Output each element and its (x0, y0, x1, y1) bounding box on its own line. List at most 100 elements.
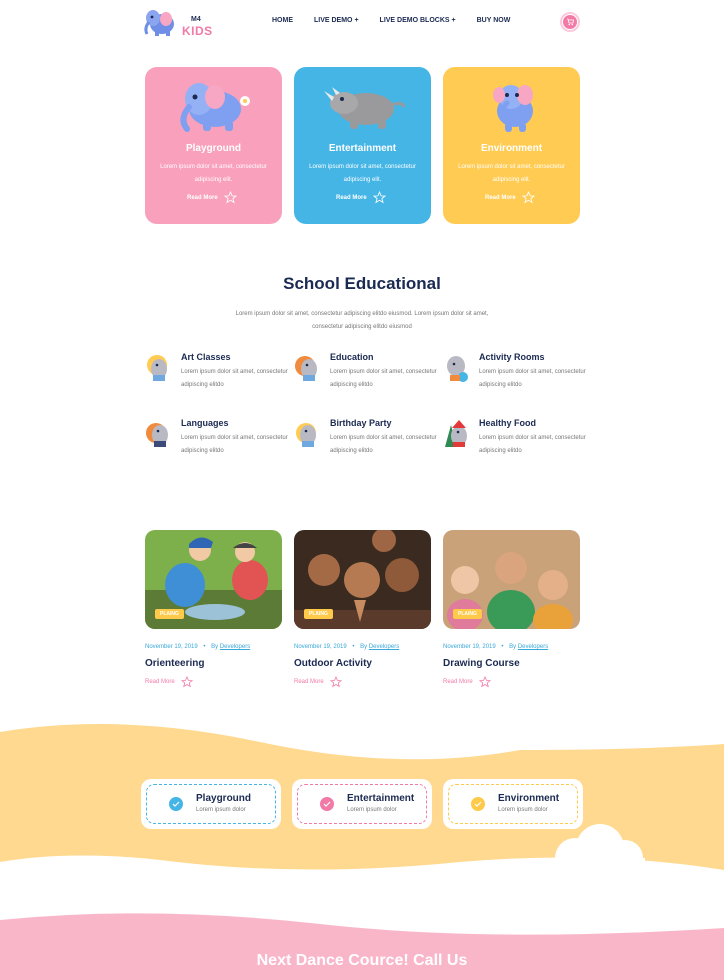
feature-healthy-food[interactable]: Healthy Food Lorem ipsum dolor sit amet,… (443, 418, 586, 465)
post-date: November 19, 2019 (443, 644, 496, 650)
section-title: School Educational (0, 274, 724, 294)
feature-box-border (146, 784, 276, 824)
post-title[interactable]: Orienteering (145, 658, 204, 669)
post-author-link[interactable]: Developers (220, 644, 250, 650)
read-more-link[interactable]: Read More (145, 676, 193, 688)
card-text: Lorem ipsum dolor sit amet, consectetur … (160, 164, 267, 183)
feature-box-subtitle: Lorem ipsum dolor (347, 807, 397, 813)
star-icon (223, 191, 237, 204)
feature-text: Lorem ipsum dolor sit amet, consectetur … (181, 369, 288, 388)
check-icon (169, 797, 183, 811)
post-photo[interactable]: PLAING (145, 530, 282, 629)
card-title: Playground (185, 143, 241, 154)
feature-title: Languages (181, 418, 229, 428)
site-header: M4 KIDS HOME LIVE DEMO + LIVE DEMO BLOCK… (0, 0, 724, 46)
check-icon (471, 797, 485, 811)
card-text: Lorem ipsum dolor sit amet, consectetur … (458, 164, 565, 183)
card-title: Environment (480, 143, 543, 154)
star-icon (521, 191, 535, 204)
post-date: November 19, 2019 (294, 644, 347, 650)
post-meta: November 19, 2019 • By Developers (443, 644, 549, 650)
logo[interactable]: M4 KIDS (142, 6, 212, 40)
elephant-party-icon (296, 423, 316, 447)
feature-birthday-party[interactable]: Birthday Party Lorem ipsum dolor sit ame… (294, 418, 437, 465)
read-more-link[interactable]: Read More (443, 676, 491, 688)
nav-item-live-demo-blocks[interactable]: LIVE DEMO BLOCKS + (380, 17, 456, 24)
top-card-playground: Playground Lorem ipsum dolor sit amet, c… (145, 67, 282, 224)
logo-text-kids: KIDS (182, 24, 213, 38)
read-more-label: Read More (145, 679, 175, 685)
post-title[interactable]: Outdoor Activity (294, 658, 372, 669)
post-author-link[interactable]: Developers (369, 644, 399, 650)
check-icon (320, 797, 334, 811)
main-nav: HOME LIVE DEMO + LIVE DEMO BLOCKS + BUY … (272, 17, 510, 24)
post-card: PLAING November 19, 2019 • By Developers… (294, 530, 431, 688)
top-card-environment: Environment Lorem ipsum dolor sit amet, … (443, 67, 580, 224)
post-by: By (211, 644, 219, 650)
read-more-label: Read More (336, 194, 367, 201)
post-date: November 19, 2019 (145, 644, 198, 650)
feature-box-title: Playground (196, 793, 252, 804)
feature-title: Art Classes (181, 352, 231, 362)
cart-button[interactable] (560, 12, 580, 32)
card-title: Entertainment (328, 143, 397, 154)
feature-box-environment[interactable]: Environment Lorem ipsum dolor (443, 779, 583, 829)
elephant-santa-icon (445, 420, 467, 447)
wave-background (0, 724, 724, 980)
post-by: By (360, 644, 368, 650)
elephant-book-icon (146, 423, 168, 447)
post-card: PLAING November 19, 2019 • By Developers… (145, 530, 282, 688)
feature-title: Healthy Food (479, 418, 537, 428)
cart-icon (563, 15, 577, 29)
feature-box-entertainment[interactable]: Entertainment Lorem ipsum dolor (292, 779, 432, 829)
elephant-artist-icon (147, 355, 167, 381)
feature-activity-rooms[interactable]: Activity Rooms Lorem ipsum dolor sit ame… (443, 352, 586, 399)
elephant-ball-icon (447, 356, 468, 382)
feature-text: Lorem ipsum dolor sit amet, consectetur … (330, 435, 437, 454)
post-title[interactable]: Drawing Course (443, 658, 520, 669)
read-more-label: Read More (294, 679, 324, 685)
post-badge: PLAING (453, 609, 482, 619)
read-more-link[interactable]: Read More (294, 676, 342, 688)
feature-title: Activity Rooms (479, 352, 545, 362)
read-more-link[interactable]: Read More (187, 191, 237, 204)
post-badge: PLAING (155, 609, 184, 619)
feature-box-border (297, 784, 427, 824)
read-more-link[interactable]: Read More (336, 191, 386, 204)
read-more-label: Read More (187, 194, 218, 201)
star-icon (329, 676, 342, 688)
section-description: Lorem ipsum dolor sit amet, consectetur … (235, 311, 489, 330)
feature-text: Lorem ipsum dolor sit amet, consectetur … (479, 369, 586, 388)
post-photo[interactable]: PLAING (294, 530, 431, 629)
post-meta: November 19, 2019 • By Developers (145, 644, 251, 650)
cta-heading: Next Dance Cource! Call Us (256, 952, 468, 969)
post-author-link[interactable]: Developers (518, 644, 548, 650)
nav-item-home[interactable]: HOME (272, 17, 293, 24)
feature-title: Birthday Party (330, 418, 392, 428)
nav-item-buy-now[interactable]: BUY NOW (477, 17, 511, 24)
star-icon (180, 676, 193, 688)
feature-education[interactable]: Education Lorem ipsum dolor sit amet, co… (294, 352, 437, 399)
nav-item-live-demo[interactable]: LIVE DEMO + (314, 17, 359, 24)
read-more-label: Read More (443, 679, 473, 685)
elephant-student-icon (295, 356, 317, 381)
feature-text: Lorem ipsum dolor sit amet, consectetur … (479, 435, 586, 454)
feature-box-title: Environment (498, 793, 560, 804)
star-icon (478, 676, 491, 688)
post-card: PLAING November 19, 2019 • By Developers… (443, 530, 580, 688)
post-photo[interactable]: PLAING (443, 530, 580, 629)
read-more-label: Read More (485, 194, 516, 201)
feature-box-playground[interactable]: Playground Lorem ipsum dolor (141, 779, 281, 829)
section-title-text: School Educational (283, 274, 441, 293)
feature-box-subtitle: Lorem ipsum dolor (196, 807, 246, 813)
feature-languages[interactable]: Languages Lorem ipsum dolor sit amet, co… (145, 418, 288, 465)
star-icon (372, 191, 386, 204)
feature-box-subtitle: Lorem ipsum dolor (498, 807, 548, 813)
feature-art-classes[interactable]: Art Classes Lorem ipsum dolor sit amet, … (145, 352, 288, 399)
elephant-illustration-icon (493, 85, 533, 132)
rhino-illustration-icon (324, 87, 406, 129)
feature-title: Education (330, 352, 374, 362)
read-more-link[interactable]: Read More (485, 191, 535, 204)
elephant-logo-icon (144, 10, 174, 36)
top-card-entertainment: Entertainment Lorem ipsum dolor sit amet… (294, 67, 431, 224)
